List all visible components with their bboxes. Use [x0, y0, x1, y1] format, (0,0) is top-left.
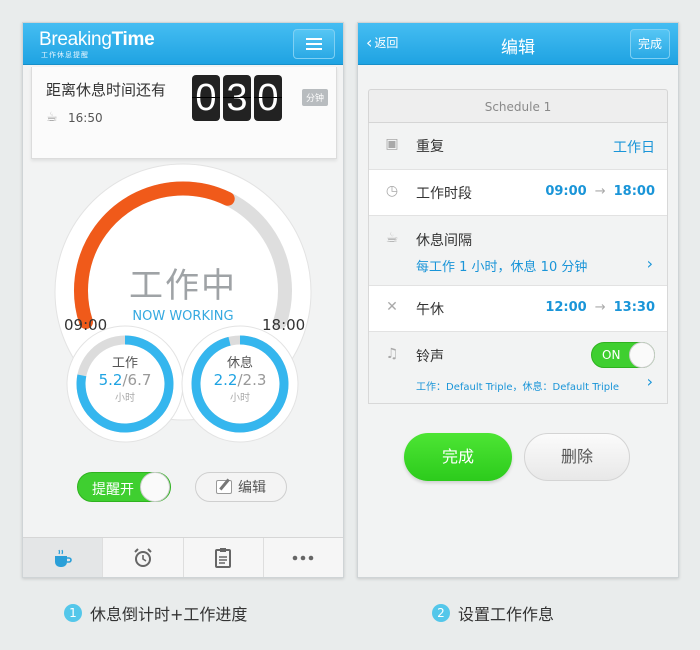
tab-alarm[interactable]	[103, 538, 184, 577]
app-logo-subtitle: 工作休息提醒	[41, 51, 89, 59]
fork-knife-icon: ✕	[386, 299, 398, 315]
clipboard-icon	[215, 547, 232, 568]
lunch-value: 12:00 → 13:30	[545, 300, 655, 315]
done-top-button[interactable]: 完成	[630, 29, 670, 59]
status-cn: 工作中	[129, 266, 237, 306]
work-stat-label: 工作	[111, 356, 138, 371]
settings-list: ▣ 重复 工作日 ◷ 工作时段 09:00 → 18:00 ☕ 休息间隔 每工作 1…	[368, 123, 668, 404]
work-stat-unit: 小时	[115, 393, 135, 404]
chevron-right-icon: ›	[646, 372, 653, 391]
tab-more[interactable]	[264, 538, 343, 577]
rest-stat-total: /2.3	[237, 371, 267, 389]
main-screen: BreakingTime 工作休息提醒 距离休息时间还有 ☕ 16:50 0 3…	[22, 22, 344, 578]
clock-icon: ◷	[385, 183, 399, 199]
arrow-right-icon: →	[594, 184, 606, 199]
countdown-label: 距离休息时间还有	[46, 81, 167, 99]
tab-break[interactable]	[23, 538, 104, 577]
countdown-digit: 0	[192, 75, 220, 121]
menu-button[interactable]	[293, 29, 335, 59]
app-logo: BreakingTime	[39, 29, 155, 50]
countdown-digit: 0	[254, 75, 282, 121]
edit-button[interactable]: 编辑	[195, 472, 287, 502]
countdown-digit: 3	[223, 75, 251, 121]
work-progress-gauge: 工作中 NOW WORKING 09:00 18:00 工作 5.2/6.7 小…	[37, 156, 329, 456]
edit-icon	[216, 480, 232, 494]
lunch-row[interactable]: ✕ 午休 12:00 → 13:30	[369, 285, 667, 331]
interval-row[interactable]: ☕ 休息间隔 每工作 1 小时，休息 10 分钟 ›	[369, 215, 667, 285]
alarm-clock-icon	[134, 547, 152, 567]
work-period-start: 09:00	[545, 184, 587, 199]
rest-stat-unit: 小时	[230, 393, 250, 404]
interval-detail: 每工作 1 小时，休息 10 分钟	[416, 260, 588, 275]
tab-bar	[23, 537, 343, 577]
ringtone-toggle[interactable]: ON	[591, 342, 655, 368]
coffee-cup-icon: ☕	[385, 230, 399, 246]
gauge-end-time: 18:00	[262, 316, 306, 334]
repeat-label: 重复	[416, 139, 444, 155]
work-stat-total: /6.7	[122, 371, 152, 389]
chevron-right-icon: ›	[646, 254, 653, 273]
lunch-start: 12:00	[545, 300, 587, 315]
toggle-knob	[629, 342, 655, 368]
countdown-digits: 0 3 0	[192, 75, 282, 121]
work-period-end: 18:00	[613, 184, 655, 199]
caption-number: 1	[64, 604, 82, 622]
caption-text: 休息倒计时+工作进度	[90, 605, 248, 624]
done-button[interactable]: 完成	[404, 433, 512, 481]
work-stat-done: 5.2	[98, 371, 123, 389]
top-bar: BreakingTime 工作休息提醒	[23, 23, 343, 65]
ringtone-detail: 工作：Default Triple，休息：Default Triple	[416, 382, 620, 393]
work-period-label: 工作时段	[416, 186, 472, 202]
top-bar: ‹ 返回 编辑 完成	[358, 23, 678, 65]
rest-stat-label: 休息	[226, 356, 253, 371]
coffee-cup-icon	[54, 549, 72, 567]
reminder-toggle[interactable]: 提醒开	[77, 472, 171, 502]
menu-icon	[306, 38, 322, 50]
lunch-label: 午休	[416, 302, 444, 318]
music-note-icon: ♫	[385, 346, 399, 362]
arrow-right-icon: →	[594, 300, 606, 315]
break-time: 16:50	[68, 111, 103, 125]
edit-button-label: 编辑	[238, 480, 266, 496]
reminder-toggle-label: 提醒开	[92, 482, 134, 498]
edit-screen: ‹ 返回 编辑 完成 Schedule 1 ▣ 重复 工作日 ◷ 工作时段 09:…	[357, 22, 679, 578]
repeat-row[interactable]: ▣ 重复 工作日	[369, 123, 667, 169]
interval-label: 休息间隔	[416, 233, 472, 249]
lunch-end: 13:30	[613, 300, 655, 315]
countdown-unit: 分钟	[302, 89, 329, 106]
tab-records[interactable]	[184, 538, 264, 577]
repeat-value: 工作日	[613, 140, 655, 156]
work-stat: 工作 5.2/6.7 小时	[85, 352, 165, 404]
ringtone-toggle-label: ON	[602, 348, 621, 362]
suitcase-icon: ▣	[385, 136, 399, 152]
delete-button[interactable]: 删除	[524, 433, 630, 481]
ringtone-row[interactable]: ♫ 铃声 ON 工作：Default Triple，休息：Default Tri…	[369, 331, 667, 403]
rest-stat: 休息 2.2/2.3 小时	[200, 352, 280, 404]
caption-text: 设置工作作息	[458, 605, 555, 624]
ringtone-label: 铃声	[416, 349, 444, 365]
caption-1: 1 休息倒计时+工作进度	[64, 601, 247, 625]
coffee-cup-icon: ☕	[46, 110, 58, 125]
more-dots-icon	[293, 555, 314, 560]
rest-stat-done: 2.2	[213, 371, 238, 389]
schedule-header: Schedule 1	[368, 89, 668, 123]
work-period-value: 09:00 → 18:00	[545, 184, 655, 199]
work-status: 工作中 NOW WORKING	[37, 258, 329, 324]
caption-number: 2	[432, 604, 450, 622]
work-period-row[interactable]: ◷ 工作时段 09:00 → 18:00	[369, 169, 667, 215]
gauge-start-time: 09:00	[64, 316, 108, 334]
break-countdown-card: 距离休息时间还有 ☕ 16:50 0 3 0 分钟	[31, 67, 337, 159]
toggle-knob	[140, 472, 170, 502]
caption-2: 2 设置工作作息	[432, 601, 554, 625]
